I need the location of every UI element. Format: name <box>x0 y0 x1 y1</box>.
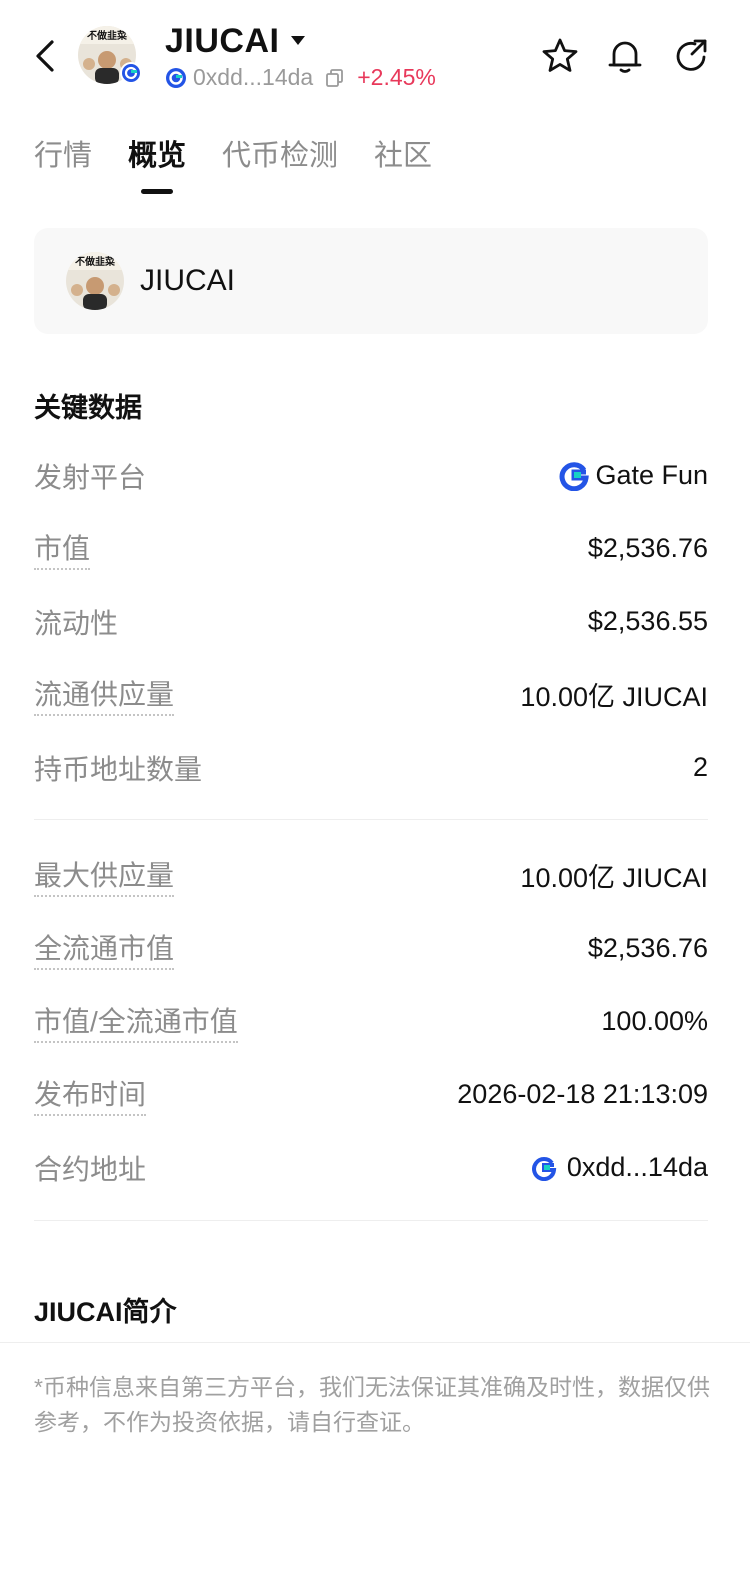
back-icon[interactable] <box>28 36 64 76</box>
intro-title: JIUCAI简介 <box>34 1297 177 1327</box>
data-row-mc-fdv-ratio: 市值/全流通市值 100.00% <box>34 985 708 1058</box>
chain-icon <box>122 64 140 82</box>
data-row-liquidity: 流动性 $2,536.55 <box>34 585 708 658</box>
copy-icon[interactable] <box>325 68 345 88</box>
key-data-group-a: 发射平台 Gate Fun 市值 $2,536.76 流动性 $2,536.55… <box>34 439 708 804</box>
row-label[interactable]: 全流通市值 <box>34 927 175 970</box>
tab-bar: 行情 概览 代币检测 社区 <box>34 132 468 194</box>
row-label[interactable]: 流通供应量 <box>34 673 175 716</box>
data-row-contract-address: 合约地址 0xdd...14da <box>34 1131 708 1204</box>
price-change: +2.45% <box>357 64 436 90</box>
token-avatar-image: 不做韭菜 <box>66 252 124 310</box>
row-value: $2,536.55 <box>587 606 708 636</box>
row-value: $2,536.76 <box>587 933 708 963</box>
tab-token-check[interactable]: 代币检测 <box>222 132 338 194</box>
star-icon[interactable] <box>540 36 580 76</box>
row-value: 10.00亿 JIUCAI <box>520 682 708 712</box>
key-data-title: 关键数据 <box>34 393 142 423</box>
data-row-launch-time: 发布时间 2026-02-18 21:13:09 <box>34 1058 708 1131</box>
data-row-fdv: 全流通市值 $2,536.76 <box>34 912 708 985</box>
divider <box>34 819 708 820</box>
contract-address-value: 0xdd...14da <box>566 1152 708 1182</box>
row-label: 发射平台 <box>34 461 147 493</box>
token-title[interactable]: JIUCAI <box>165 22 279 61</box>
row-label: 流动性 <box>34 607 119 639</box>
row-value[interactable]: 0xdd...14da <box>531 1152 708 1183</box>
caret-down-icon[interactable] <box>288 34 308 48</box>
address-row: 0xdd...14da +2.45% <box>165 64 436 91</box>
data-row-circulating-supply: 流通供应量 10.00亿 JIUCAI <box>34 658 708 731</box>
divider <box>0 1342 750 1343</box>
row-label: 持币地址数量 <box>34 753 203 785</box>
chain-icon <box>166 67 186 88</box>
chain-badge <box>120 62 142 84</box>
token-card-name: JIUCAI <box>140 264 236 297</box>
row-value: $2,536.76 <box>587 533 708 563</box>
row-value: 10.00亿 JIUCAI <box>520 863 708 893</box>
tab-market[interactable]: 行情 <box>34 132 92 194</box>
row-label[interactable]: 市值 <box>34 527 91 570</box>
chain-icon <box>531 1156 557 1181</box>
row-value[interactable]: Gate Fun <box>559 460 708 491</box>
avatar: 不做韭菜 <box>66 252 124 310</box>
contract-address-short: 0xdd...14da <box>193 64 314 90</box>
row-value: 2 <box>692 752 708 782</box>
share-icon[interactable] <box>671 36 711 76</box>
row-label[interactable]: 市值/全流通市值 <box>34 1000 238 1043</box>
avatar-logo-text: 不做韭菜 <box>75 255 116 268</box>
row-label[interactable]: 最大供应量 <box>34 854 175 897</box>
row-label: 合约地址 <box>34 1153 147 1185</box>
token-card[interactable]: 不做韭菜 JIUCAI <box>34 228 708 334</box>
row-value: 100.00% <box>601 1006 708 1036</box>
divider <box>34 1220 708 1221</box>
row-value: 2026-02-18 21:13:09 <box>457 1079 708 1109</box>
tab-community[interactable]: 社区 <box>374 132 432 194</box>
row-label[interactable]: 发布时间 <box>34 1073 147 1116</box>
data-row-launch-platform: 发射平台 Gate Fun <box>34 439 708 512</box>
header: 不做韭菜 JIUCAI 0xdd...14da +2.45% <box>0 0 750 110</box>
bell-icon[interactable] <box>605 36 645 76</box>
data-row-holders: 持币地址数量 2 <box>34 731 708 804</box>
data-row-max-supply: 最大供应量 10.00亿 JIUCAI <box>34 839 708 912</box>
launch-platform-value: Gate Fun <box>595 460 708 490</box>
key-data-group-b: 最大供应量 10.00亿 JIUCAI 全流通市值 $2,536.76 市值/全… <box>34 839 708 1204</box>
avatar-logo-text: 不做韭菜 <box>87 29 128 42</box>
gate-fun-icon <box>560 461 590 491</box>
tab-overview[interactable]: 概览 <box>128 132 186 194</box>
data-row-market-cap: 市值 $2,536.76 <box>34 512 708 585</box>
disclaimer-text: *币种信息来自第三方平台，我们无法保证其准确及时性，数据仅供参考，不作为投资依据… <box>34 1374 710 1435</box>
token-avatar-group: 不做韭菜 <box>78 26 142 86</box>
